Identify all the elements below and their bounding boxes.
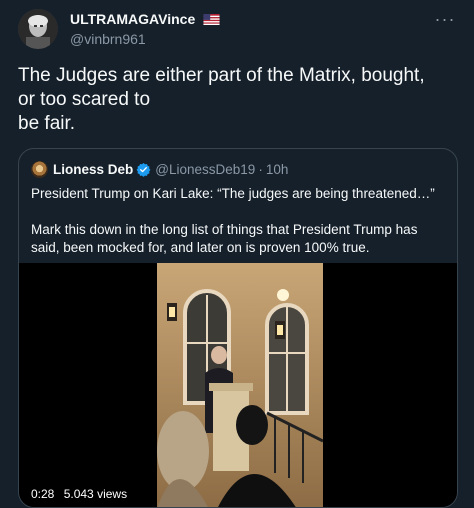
video-duration: 0:28 bbox=[31, 487, 55, 501]
author-display-name[interactable]: ULTRAMAGAVince bbox=[70, 11, 220, 27]
quoted-author-handle[interactable]: @LionessDeb19 bbox=[155, 162, 255, 177]
quoted-paragraph-1: President Trump on Kari Lake: “The judge… bbox=[31, 186, 435, 201]
video-player[interactable]: 0:28 5.043 views bbox=[19, 263, 457, 507]
more-options-button[interactable]: ··· bbox=[432, 10, 458, 32]
verified-badge-icon bbox=[136, 162, 151, 177]
author-name-text: ULTRAMAGAVince bbox=[70, 11, 196, 27]
quoted-tweet-text: President Trump on Kari Lake: “The judge… bbox=[31, 185, 447, 275]
tweet-text: The Judges are either part of the Matrix… bbox=[18, 65, 425, 134]
us-flag-icon bbox=[203, 14, 220, 25]
video-views: 5.043 views bbox=[63, 487, 128, 501]
tweet: ULTRAMAGAVince @vinbrn961 ··· The Judges… bbox=[0, 0, 474, 508]
quoted-tweet-card[interactable]: Lioness Deb @LionessDeb19 · 10h Presiden… bbox=[18, 148, 458, 508]
author-handle[interactable]: @vinbrn961 bbox=[70, 31, 146, 47]
meta-separator: · bbox=[258, 161, 263, 177]
quoted-paragraph-2: Mark this down in the long list of thing… bbox=[31, 222, 418, 255]
author-avatar[interactable] bbox=[18, 9, 58, 49]
quoted-tweet-header: Lioness Deb @LionessDeb19 · 10h bbox=[31, 159, 288, 179]
video-info: 0:28 5.043 views bbox=[31, 487, 133, 501]
video-thumbnail bbox=[157, 263, 323, 507]
quoted-author-avatar[interactable] bbox=[31, 160, 48, 178]
quoted-author-name[interactable]: Lioness Deb bbox=[53, 162, 133, 177]
quoted-tweet-time[interactable]: 10h bbox=[266, 162, 289, 177]
